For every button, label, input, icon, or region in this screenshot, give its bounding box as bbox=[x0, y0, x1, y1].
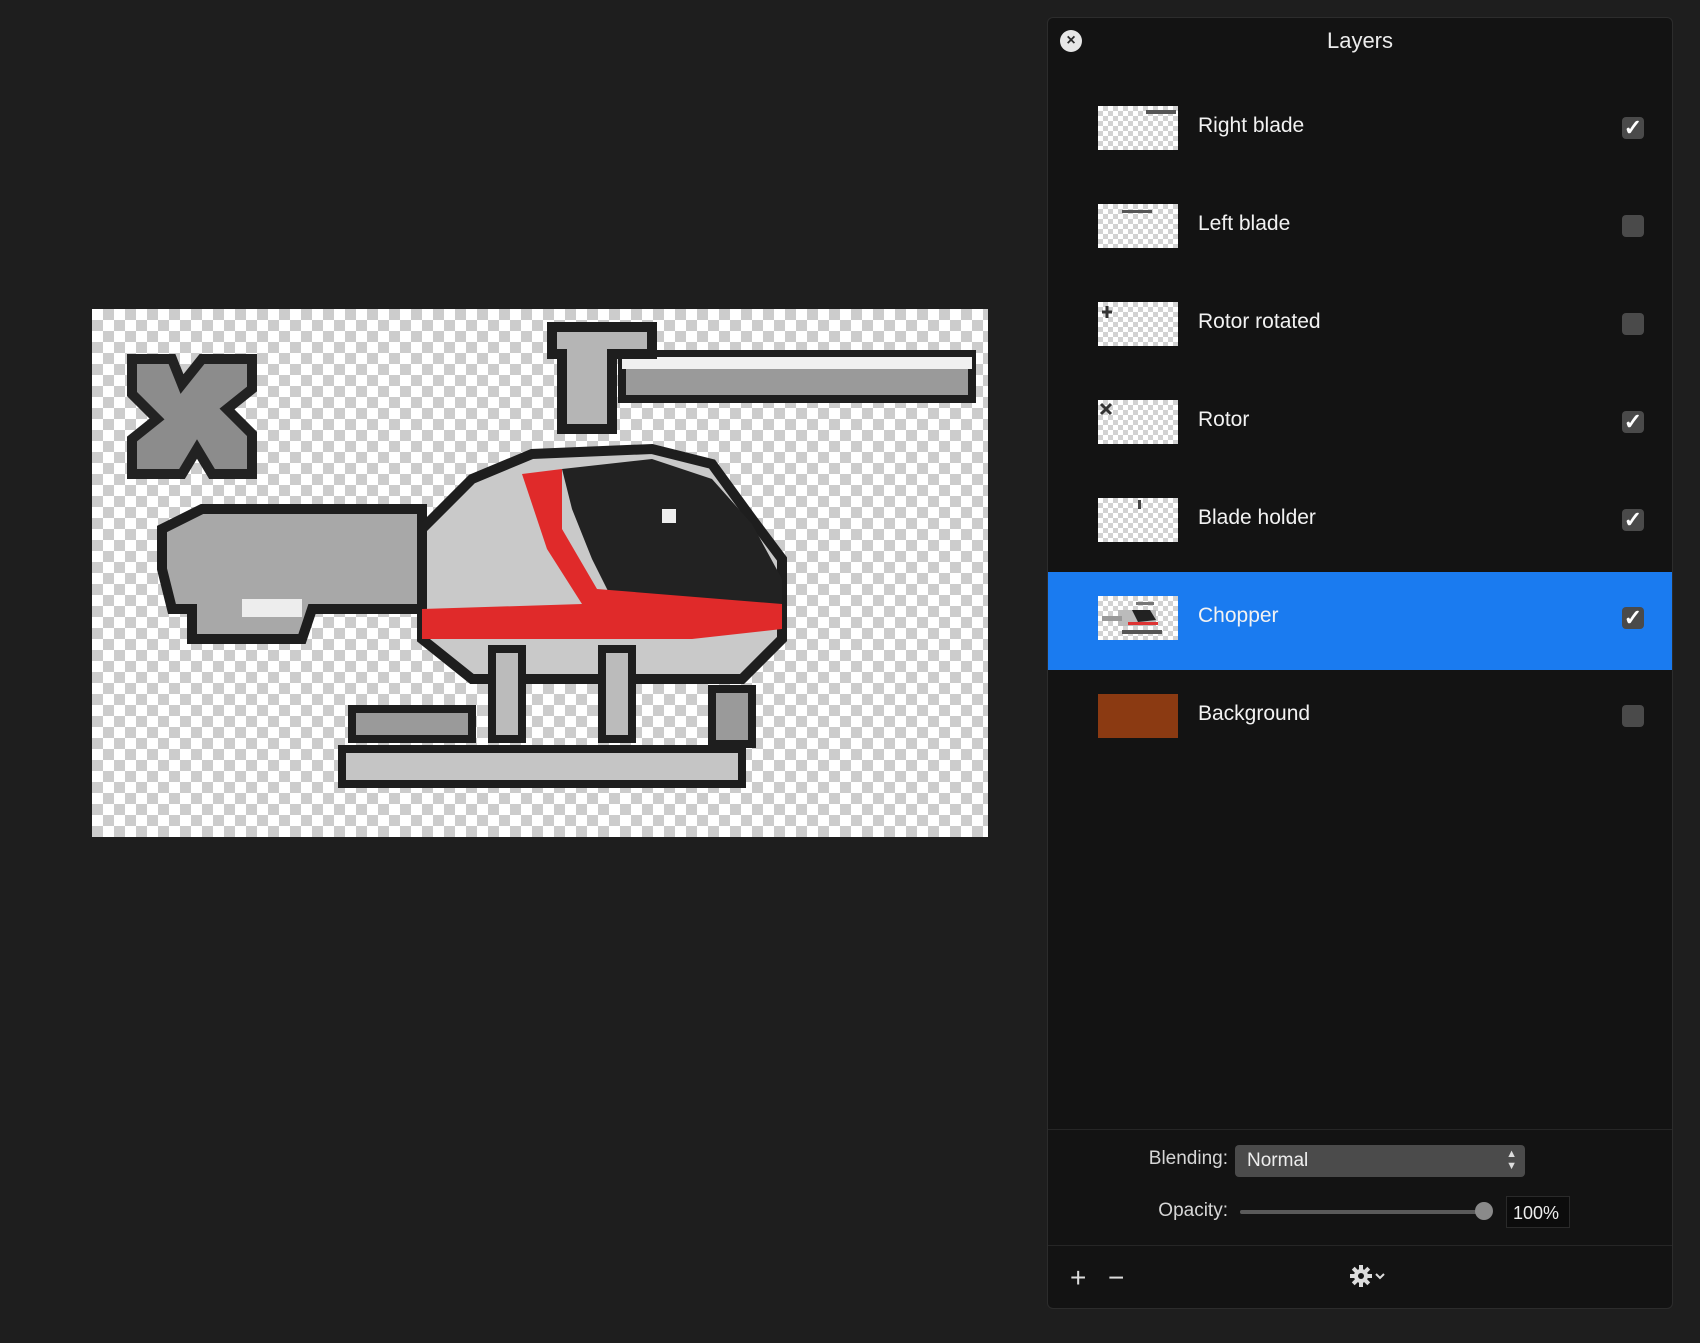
layer-row[interactable]: Rotor rotated bbox=[1048, 278, 1672, 376]
layer-name: Chopper bbox=[1198, 604, 1279, 627]
layer-visibility-checkbox[interactable]: ✓ bbox=[1622, 607, 1644, 629]
add-layer-button[interactable]: + bbox=[1070, 1264, 1086, 1292]
layer-row[interactable]: Right blade ✓ bbox=[1048, 82, 1672, 180]
blending-select[interactable]: Normal ▲ ▼ bbox=[1235, 1145, 1525, 1177]
checkmark-icon: ✓ bbox=[1623, 605, 1643, 630]
layer-row[interactable]: Background bbox=[1048, 670, 1672, 768]
layer-thumbnail bbox=[1098, 106, 1178, 150]
layer-list: Right blade ✓ Left blade Rotor rotated Rotor… bbox=[1048, 82, 1672, 768]
image-canvas[interactable] bbox=[92, 309, 988, 837]
select-arrows-icon: ▲ ▼ bbox=[1506, 1148, 1517, 1172]
remove-layer-button[interactable]: − bbox=[1108, 1264, 1124, 1292]
layer-name: Rotor rotated bbox=[1198, 310, 1321, 333]
layer-thumbnail bbox=[1098, 694, 1178, 738]
layer-visibility-checkbox[interactable]: ✓ bbox=[1622, 117, 1644, 139]
helicopter-sprite bbox=[127, 322, 976, 788]
settings-menu-button[interactable] bbox=[1348, 1262, 1392, 1295]
opacity-label: Opacity: bbox=[1158, 1200, 1228, 1221]
gear-icon bbox=[1350, 1265, 1385, 1287]
tail-rotor bbox=[127, 354, 257, 479]
layer-thumbnail bbox=[1098, 400, 1178, 444]
layer-thumbnail bbox=[1098, 302, 1178, 346]
tail-boom bbox=[157, 504, 427, 644]
opacity-slider-fill bbox=[1240, 1210, 1484, 1214]
layer-visibility-checkbox[interactable] bbox=[1622, 705, 1644, 727]
layer-row[interactable]: Blade holder ✓ bbox=[1048, 474, 1672, 572]
opacity-field[interactable]: 100% bbox=[1506, 1196, 1570, 1228]
footer-divider bbox=[1048, 1245, 1672, 1246]
checkmark-icon: ✓ bbox=[1623, 409, 1643, 434]
layer-name: Rotor bbox=[1198, 408, 1250, 431]
layers-panel: × Layers Right blade ✓ Left blade Rotor rot… bbox=[1047, 17, 1673, 1309]
layer-name: Left blade bbox=[1198, 212, 1291, 235]
layer-name: Right blade bbox=[1198, 114, 1305, 137]
layer-properties: Blending: Normal ▲ ▼ Opacity: 100% + − bbox=[1048, 1129, 1672, 1308]
layer-visibility-checkbox[interactable] bbox=[1622, 313, 1644, 335]
blending-value: Normal bbox=[1247, 1150, 1309, 1171]
layer-name: Blade holder bbox=[1198, 506, 1316, 529]
layer-row[interactable]: Rotor ✓ bbox=[1048, 376, 1672, 474]
layer-row[interactable]: Chopper ✓ bbox=[1048, 572, 1672, 670]
blending-label: Blending: bbox=[1148, 1148, 1228, 1169]
layer-thumbnail bbox=[1098, 498, 1178, 542]
panel-title: Layers bbox=[1326, 28, 1394, 53]
layer-name: Background bbox=[1198, 702, 1311, 725]
panel-header: × Layers bbox=[1048, 18, 1672, 82]
layer-visibility-checkbox[interactable] bbox=[1622, 215, 1644, 237]
layer-visibility-checkbox[interactable]: ✓ bbox=[1622, 411, 1644, 433]
checkmark-icon: ✓ bbox=[1623, 507, 1643, 532]
checkmark-icon: ✓ bbox=[1623, 115, 1643, 140]
opacity-slider-knob[interactable] bbox=[1475, 1202, 1493, 1220]
layer-thumbnail bbox=[1098, 596, 1178, 640]
layer-visibility-checkbox[interactable]: ✓ bbox=[1622, 509, 1644, 531]
canvas-workspace bbox=[0, 0, 1045, 1343]
opacity-slider[interactable] bbox=[1240, 1202, 1493, 1220]
layer-thumbnail bbox=[1098, 204, 1178, 248]
layer-row[interactable]: Left blade bbox=[1048, 180, 1672, 278]
